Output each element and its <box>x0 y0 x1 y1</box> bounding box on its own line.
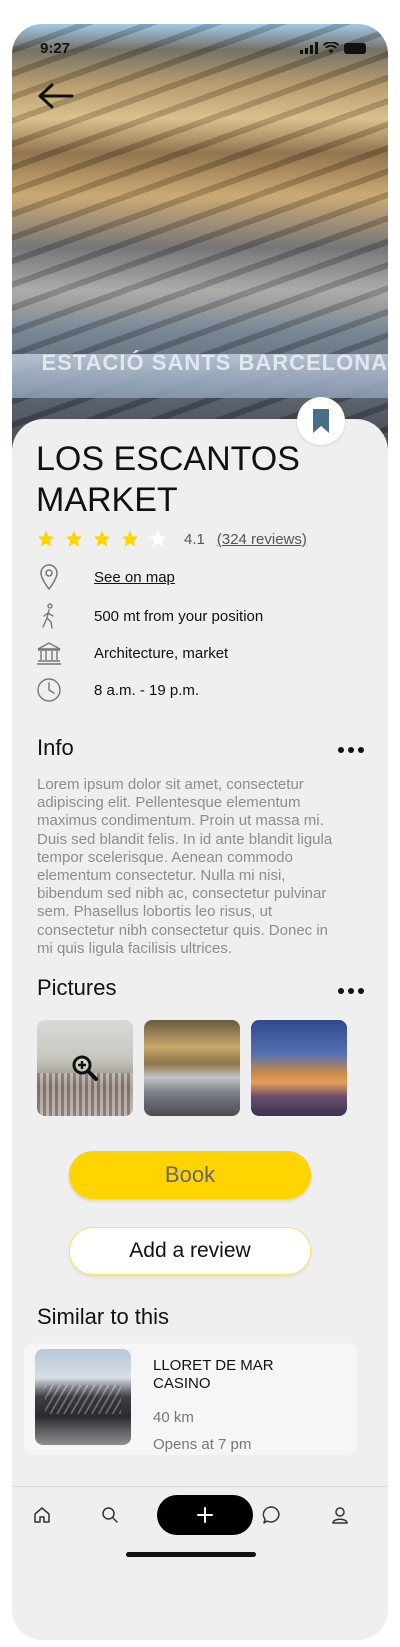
more-dots-icon <box>338 747 344 753</box>
tab-profile[interactable] <box>328 1503 352 1527</box>
add-button[interactable] <box>157 1495 253 1535</box>
status-bar: 9:27 <box>12 38 388 60</box>
pictures-gallery <box>37 1020 347 1116</box>
star-empty-icon <box>149 530 167 547</box>
detail-map: See on map <box>36 563 175 591</box>
star-filled-icon <box>65 530 83 547</box>
hours-text: 8 a.m. - 19 p.m. <box>94 681 200 699</box>
similar-place-name: LLORET DE MAR CASINO <box>153 1357 274 1392</box>
wifi-icon <box>323 42 339 54</box>
bookmark-icon <box>313 409 329 433</box>
battery-icon <box>344 42 366 54</box>
status-time: 9:27 <box>40 40 71 57</box>
pictures-title: Pictures <box>37 975 117 1000</box>
walking-person-icon <box>36 603 62 629</box>
detail-distance: 500 mt from your position <box>36 602 263 630</box>
search-icon <box>102 1507 118 1523</box>
add-review-button[interactable]: Add a review <box>69 1227 311 1275</box>
tab-messages[interactable] <box>260 1503 284 1527</box>
info-title: Info <box>37 735 74 760</box>
similar-place-hours: Opens at 7 pm <box>153 1436 252 1453</box>
picture-thumbnail[interactable] <box>144 1020 240 1116</box>
museum-icon <box>36 640 62 666</box>
hero-sign-text: ESTACIÓ SANTS BARCELONA <box>41 350 388 375</box>
arrow-left-icon <box>38 83 74 109</box>
more-dots-icon <box>338 988 344 994</box>
star-filled-icon <box>37 530 55 547</box>
category-text: Architecture, market <box>94 644 229 662</box>
detail-hours: 8 a.m. - 19 p.m. <box>36 676 199 704</box>
info-more-button[interactable] <box>338 745 364 755</box>
distance-text: 500 mt from your position <box>94 607 264 625</box>
back-button[interactable] <box>36 80 76 112</box>
phone-screen: ESTACIÓ SANTS BARCELONA 9:27 LOS ESCANTO… <box>12 24 388 1640</box>
book-button[interactable]: Book <box>69 1151 311 1199</box>
rating-value: 4.1 <box>184 530 205 548</box>
see-on-map-link[interactable]: See on map <box>94 569 175 586</box>
similar-title: Similar to this <box>37 1304 170 1329</box>
status-icons <box>300 42 366 54</box>
zoom-in-icon <box>72 1055 98 1081</box>
pictures-more-button[interactable] <box>338 986 364 996</box>
chat-icon <box>262 1506 280 1524</box>
location-pin-icon <box>36 564 62 590</box>
tab-home[interactable] <box>30 1503 54 1527</box>
clock-icon <box>36 677 62 703</box>
similar-place-image <box>35 1349 131 1445</box>
place-title: LOS ESCANTOS MARKET <box>36 440 300 519</box>
picture-thumbnail[interactable] <box>251 1020 347 1116</box>
home-indicator[interactable] <box>126 1552 256 1557</box>
bookmark-button[interactable] <box>297 397 345 445</box>
similar-place-distance: 40 km <box>153 1409 194 1426</box>
picture-thumbnail[interactable] <box>37 1020 133 1116</box>
home-icon <box>34 1507 50 1523</box>
star-filled-icon <box>121 530 139 547</box>
info-description: Lorem ipsum dolor sit amet, consectetur … <box>37 776 333 957</box>
plus-icon <box>197 1507 213 1523</box>
profile-icon <box>332 1507 348 1524</box>
rating-row: 4.1 (324 reviews) <box>36 527 307 551</box>
reviews-link[interactable]: (324 reviews) <box>217 531 307 548</box>
star-filled-icon <box>93 530 111 547</box>
bottom-tab-bar <box>12 1486 388 1542</box>
signal-icon <box>300 42 318 54</box>
tab-search[interactable] <box>98 1503 122 1527</box>
similar-place-card[interactable]: LLORET DE MAR CASINO 40 km Opens at 7 pm <box>24 1343 357 1455</box>
detail-category: Architecture, market <box>36 639 228 667</box>
